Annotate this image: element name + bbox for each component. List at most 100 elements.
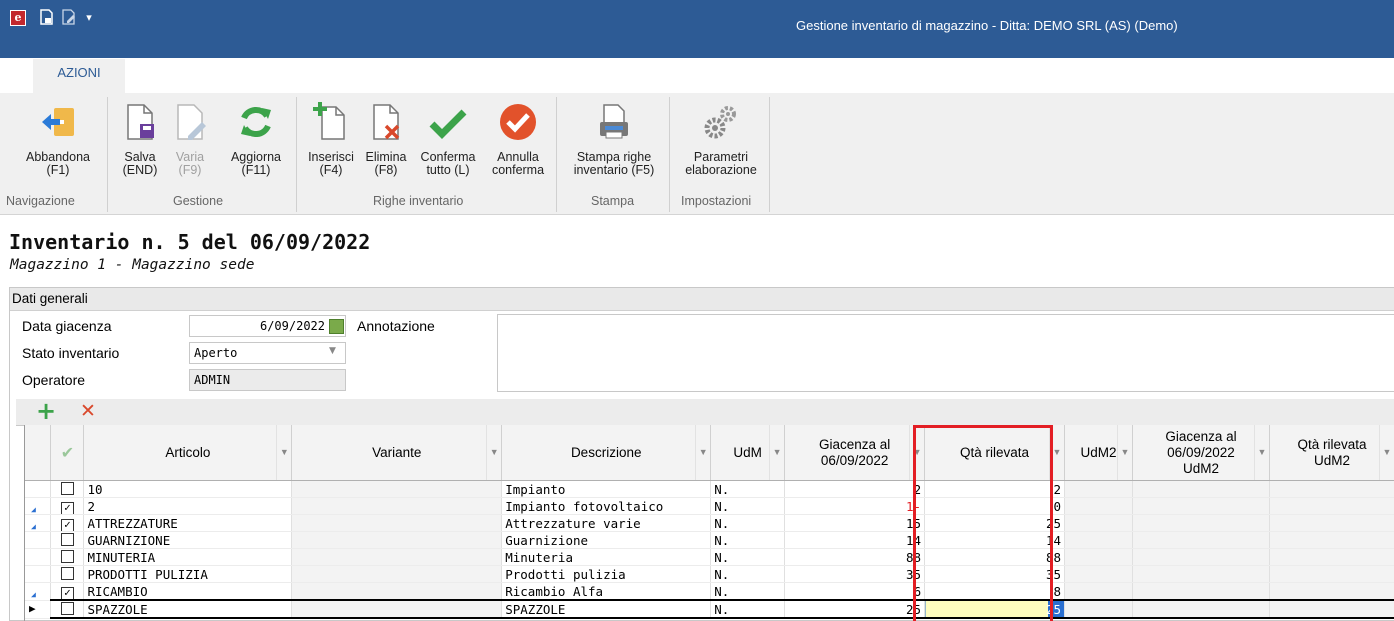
cell-qta-rilevata[interactable]: 8 <box>924 582 1066 601</box>
cell-articolo[interactable]: 2 <box>83 497 293 515</box>
cell-descrizione[interactable]: Impianto fotovoltaico <box>501 497 712 515</box>
cell-articolo[interactable]: GUARNIZIONE <box>83 531 293 549</box>
col-giacenza-udm2[interactable]: Giacenza al 06/09/2022 UdM2 ▼ <box>1132 425 1270 481</box>
cell-udm[interactable]: N. <box>710 565 786 583</box>
cell-udm2[interactable] <box>1064 497 1133 515</box>
conferma-tutto-button[interactable]: Conferma tutto (L) <box>416 102 480 177</box>
cell-giacenza[interactable]: 88 <box>784 548 926 566</box>
chevron-down-icon[interactable]: ▼ <box>329 346 336 356</box>
row-indicator[interactable]: ▶ <box>25 600 52 619</box>
annotazione-field[interactable] <box>497 314 1394 392</box>
cell-variante[interactable] <box>291 497 503 515</box>
row-checkbox[interactable] <box>50 548 85 566</box>
table-row[interactable]: ◢ ✓ ATTREZZATURE Attrezzature varie N. 15 25 <box>25 514 1394 532</box>
row-checkbox[interactable]: ✓ <box>50 497 85 515</box>
row-indicator[interactable] <box>25 565 52 583</box>
cell-articolo[interactable]: MINUTERIA <box>83 548 293 566</box>
checkbox-unchecked[interactable] <box>60 533 74 546</box>
filter-icon[interactable]: ▼ <box>1116 425 1132 480</box>
checkbox-checked[interactable]: ✓ <box>60 502 74 514</box>
cell-descrizione[interactable]: Guarnizione <box>501 531 712 549</box>
checkbox-unchecked[interactable] <box>60 567 74 580</box>
cell-udm[interactable]: N. <box>710 531 786 549</box>
cell-udm[interactable]: N. <box>710 548 786 566</box>
checkbox-unchecked[interactable] <box>60 550 74 563</box>
cell-giacenza[interactable]: 14 <box>784 531 926 549</box>
table-row[interactable]: MINUTERIA Minuteria N. 88 88 <box>25 548 1394 566</box>
cell-udm[interactable]: N. <box>710 514 786 532</box>
app-logo-icon[interactable]: e <box>10 10 26 26</box>
row-indicator[interactable]: ◢ <box>25 582 52 601</box>
cell-giacenza-udm2[interactable] <box>1132 497 1270 515</box>
row-checkbox[interactable]: ✓ <box>50 514 85 532</box>
cell-udm2[interactable] <box>1064 531 1133 549</box>
row-indicator[interactable]: ◢ <box>25 497 52 515</box>
col-qta-rilevata[interactable]: Qtà rilevata ▼ <box>924 425 1066 481</box>
aggiorna-button[interactable]: Aggiorna (F11) <box>224 102 288 177</box>
table-row[interactable]: PRODOTTI PULIZIA Prodotti pulizia N. 35 35 <box>25 565 1394 583</box>
filter-icon[interactable]: ▼ <box>486 425 501 480</box>
table-row[interactable]: GUARNIZIONE Guarnizione N. 14 14 <box>25 531 1394 549</box>
cell-variante[interactable] <box>291 531 503 549</box>
cell-descrizione[interactable]: SPAZZOLE <box>501 599 712 619</box>
cell-qta-rilevata-udm2[interactable] <box>1269 514 1394 532</box>
cell-variante[interactable] <box>291 582 503 601</box>
cell-giacenza-udm2[interactable] <box>1132 565 1270 583</box>
cell-giacenza-udm2[interactable] <box>1132 548 1270 566</box>
checkbox-unchecked[interactable] <box>60 602 74 615</box>
table-row[interactable]: 10 Impianto N. 2 2 <box>25 480 1394 498</box>
tab-azioni[interactable]: AZIONI <box>33 59 125 94</box>
col-udm[interactable]: UdM ▼ <box>710 425 786 481</box>
add-row-icon[interactable]: + <box>36 397 56 425</box>
customize-arrow-icon[interactable]: ▾ <box>80 9 98 27</box>
filter-icon[interactable]: ▼ <box>1379 425 1394 480</box>
filter-icon[interactable]: ▼ <box>276 425 291 480</box>
cell-descrizione[interactable]: Attrezzature varie <box>501 514 712 532</box>
cell-udm2[interactable] <box>1064 599 1133 619</box>
col-giacenza[interactable]: Giacenza al 06/09/2022 ▼ <box>784 425 926 481</box>
col-variante[interactable]: Variante ▼ <box>291 425 503 481</box>
cell-articolo[interactable]: PRODOTTI PULIZIA <box>83 565 293 583</box>
filter-icon[interactable]: ▼ <box>769 425 784 480</box>
tab-help[interactable]: HELP <box>130 59 186 93</box>
cell-giacenza[interactable]: 15 <box>784 514 926 532</box>
cell-udm2[interactable] <box>1064 514 1133 532</box>
cell-qta-rilevata[interactable]: 25 <box>924 599 1066 619</box>
cell-qta-rilevata-udm2[interactable] <box>1269 531 1394 549</box>
cell-descrizione[interactable]: Prodotti pulizia <box>501 565 712 583</box>
calendar-icon[interactable] <box>329 319 344 334</box>
row-checkbox[interactable] <box>50 599 85 619</box>
cell-udm2[interactable] <box>1064 548 1133 566</box>
cell-giacenza-udm2[interactable] <box>1132 582 1270 601</box>
stato-inventario-select[interactable]: Aperto <box>189 342 346 364</box>
filter-icon[interactable]: ▼ <box>1253 425 1269 480</box>
cell-qta-rilevata-udm2[interactable] <box>1269 480 1394 498</box>
cell-articolo[interactable]: 10 <box>83 480 293 498</box>
cell-descrizione[interactable]: Impianto <box>501 480 712 498</box>
cell-qta-rilevata[interactable]: 14 <box>924 531 1066 549</box>
stampa-righe-button[interactable]: Stampa righe inventario (F5) <box>566 102 662 177</box>
delete-row-icon[interactable]: ✕ <box>80 400 96 422</box>
cell-udm[interactable]: N. <box>710 480 786 498</box>
filter-icon[interactable]: ▼ <box>695 425 710 480</box>
cell-udm[interactable]: N. <box>710 582 786 601</box>
cell-udm2[interactable] <box>1064 480 1133 498</box>
cell-giacenza[interactable]: 25 <box>784 599 926 619</box>
cell-giacenza[interactable]: 1- <box>784 497 926 515</box>
row-checkbox[interactable]: ✓ <box>50 582 85 601</box>
cell-giacenza[interactable]: 35 <box>784 565 926 583</box>
cell-giacenza[interactable]: 2 <box>784 480 926 498</box>
save-icon[interactable] <box>38 9 56 27</box>
abbandona-button[interactable]: Abbandona (F1) <box>20 102 96 177</box>
table-row[interactable]: ▶ SPAZZOLE SPAZZOLE N. 25 25 <box>25 599 1394 619</box>
table-row[interactable]: ◢ ✓ 2 Impianto fotovoltaico N. 1- 0 <box>25 497 1394 515</box>
cell-qta-rilevata[interactable]: 2 <box>924 480 1066 498</box>
col-qta-rilevata-udm2[interactable]: Qtà rilevata UdM2 ▼ <box>1269 425 1394 481</box>
row-indicator[interactable] <box>25 531 52 549</box>
cell-qta-rilevata-udm2[interactable] <box>1269 497 1394 515</box>
cell-giacenza-udm2[interactable] <box>1132 599 1270 619</box>
cell-qta-rilevata[interactable]: 25 <box>924 514 1066 532</box>
table-row[interactable]: ◢ ✓ RICAMBIO Ricambio Alfa N. 6 8 <box>25 582 1394 601</box>
row-checkbox[interactable] <box>50 565 85 583</box>
cell-udm[interactable]: N. <box>710 497 786 515</box>
